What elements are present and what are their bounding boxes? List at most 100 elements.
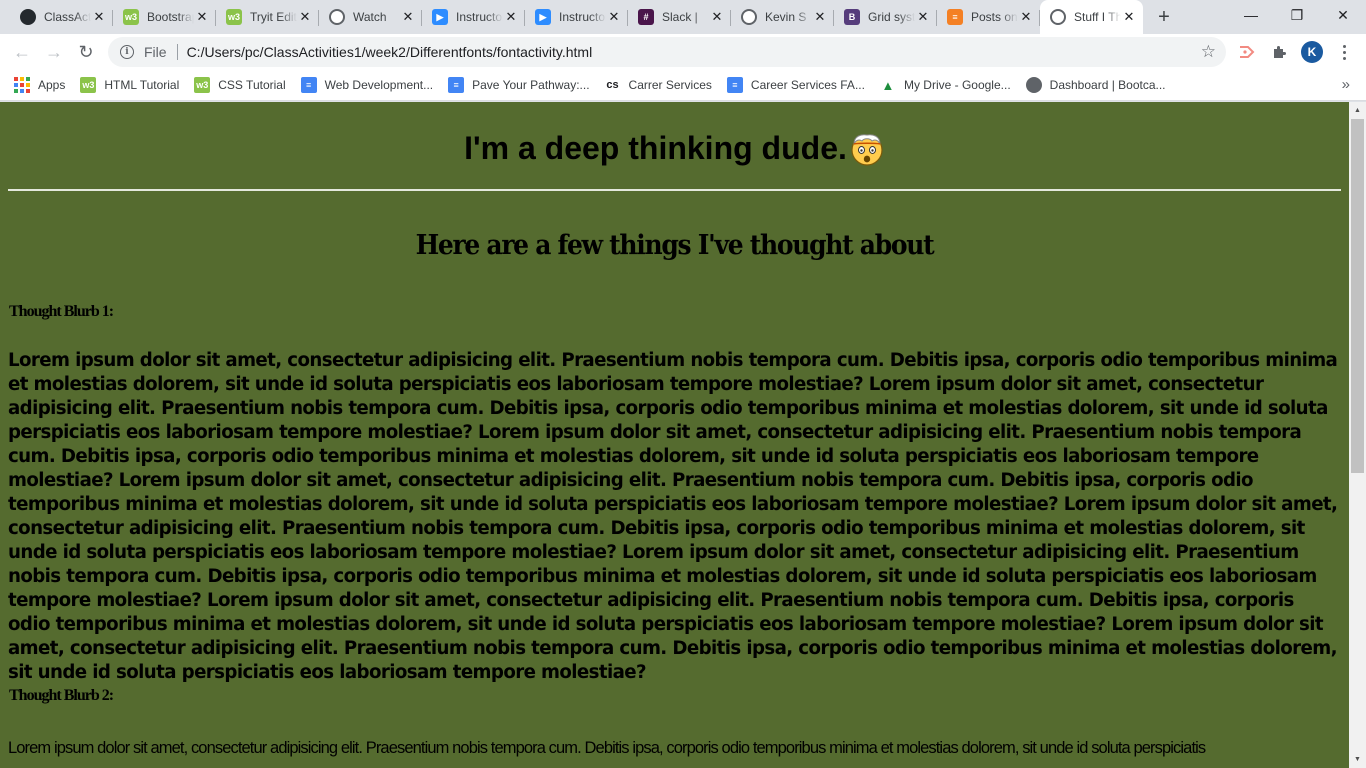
- github-icon: [20, 9, 36, 25]
- bookmark-item[interactable]: w3 HTML Tutorial: [80, 77, 179, 93]
- bookmark-label: CSS Tutorial: [218, 78, 286, 92]
- reload-button[interactable]: ↻: [72, 38, 100, 66]
- globe-icon: [741, 9, 757, 25]
- tab-title: Stuff I Think: [1074, 10, 1121, 24]
- scroll-down-arrow-icon[interactable]: ▼: [1349, 751, 1366, 768]
- tab-title: Grid system: [868, 10, 915, 24]
- bookmark-star-icon[interactable]: ☆: [1201, 42, 1216, 62]
- zoom-icon: ▶: [432, 9, 448, 25]
- bookmark-item[interactable]: ≡ Career Services FA...: [726, 77, 865, 93]
- close-tab-icon[interactable]: ✕: [1121, 9, 1137, 25]
- close-tab-icon[interactable]: ✕: [915, 9, 931, 25]
- tab-title: Instructor: [559, 10, 606, 24]
- bootstrap-icon: B: [844, 9, 860, 25]
- globe-icon: [329, 9, 345, 25]
- back-button[interactable]: ←: [8, 38, 36, 66]
- restore-button[interactable]: ❐: [1274, 0, 1320, 30]
- tab-title: Instructor: [456, 10, 503, 24]
- docs-icon: ≡: [726, 77, 743, 93]
- new-tab-button[interactable]: +: [1152, 6, 1176, 30]
- globe-icon: [1050, 9, 1066, 25]
- reload-icon: ↻: [78, 41, 94, 62]
- bookmark-label: Carrer Services: [628, 78, 712, 92]
- bookmark-item[interactable]: ▲ My Drive - Google...: [880, 77, 1011, 93]
- browser-tab[interactable]: w3 Bootstrap ✕: [113, 2, 216, 32]
- tab-strip: ClassActivities✕w3Bootstrap✕w3Tryit Edit…: [0, 0, 1366, 34]
- heading-divider: [8, 189, 1341, 191]
- cs-icon: cs: [604, 77, 621, 93]
- bookmark-item[interactable]: Dashboard | Bootca...: [1025, 77, 1166, 93]
- bookmark-list: Apps w3 HTML Tutorial w3 CSS Tutorial ≡ Web De…: [14, 77, 1181, 93]
- page-viewport: I'm a deep thinking dude. Here are a few…: [0, 102, 1349, 768]
- bookmark-item[interactable]: ≡ Web Development...: [300, 77, 434, 93]
- tab-title: Watch: [353, 10, 387, 24]
- url-text[interactable]: C:/Users/pc/ClassActivities1/week2/Diffe…: [187, 44, 593, 60]
- globe-icon: [1025, 77, 1042, 93]
- zoom-icon: ▶: [535, 9, 551, 25]
- close-window-button[interactable]: ✕: [1320, 0, 1366, 30]
- cast-extension-icon[interactable]: [1237, 42, 1257, 62]
- close-tab-icon[interactable]: ✕: [194, 9, 210, 25]
- w3schools-icon: w3: [226, 9, 242, 25]
- close-tab-icon[interactable]: ✕: [606, 9, 622, 25]
- browser-tab[interactable]: Kevin S ✕: [731, 2, 834, 32]
- browser-menu-icon[interactable]: [1336, 41, 1352, 63]
- bookmark-label: Career Services FA...: [750, 78, 865, 92]
- page-subheading: Here are a few things I've thought about: [415, 228, 935, 261]
- browser-tab[interactable]: Stuff I Think✕: [1040, 0, 1143, 34]
- vertical-scrollbar[interactable]: ▲ ▼: [1349, 102, 1366, 768]
- browser-tab[interactable]: ClassActivities✕: [10, 2, 113, 32]
- browser-toolbar: ← → ↻ i File C:/Users/pc/ClassActivities…: [0, 34, 1366, 70]
- slack-icon: #: [638, 9, 654, 25]
- bookmark-label: Pave Your Pathway:...: [472, 78, 590, 92]
- page-heading: I'm a deep thinking dude.: [0, 130, 1349, 167]
- scrollbar-thumb[interactable]: [1351, 119, 1364, 473]
- docs-icon: ≡: [300, 77, 317, 93]
- scroll-up-arrow-icon[interactable]: ▲: [1349, 102, 1366, 119]
- close-tab-icon[interactable]: ✕: [1018, 9, 1034, 25]
- address-divider: [176, 44, 178, 60]
- page-heading-text: I'm a deep thinking dude.: [464, 130, 847, 166]
- blurb-1-label: Thought Blurb 1:: [9, 303, 114, 320]
- close-tab-icon[interactable]: ✕: [297, 9, 313, 25]
- extensions-puzzle-icon[interactable]: [1269, 42, 1289, 62]
- bookmark-item[interactable]: w3 CSS Tutorial: [194, 77, 286, 93]
- close-tab-icon[interactable]: ✕: [709, 9, 725, 25]
- info-icon[interactable]: i: [120, 45, 134, 59]
- docs-icon: ≡: [448, 77, 465, 93]
- browser-tab[interactable]: ▶ Instructor ✕: [422, 2, 525, 32]
- browser-tab[interactable]: Watch ✕: [319, 2, 422, 32]
- google-drive-icon: ▲: [881, 77, 895, 93]
- browser-tab[interactable]: ≡ Posts on ✕: [937, 2, 1040, 32]
- close-tab-icon[interactable]: ✕: [812, 9, 828, 25]
- bookmark-label: Apps: [38, 78, 66, 92]
- minimize-button[interactable]: —: [1228, 0, 1274, 30]
- browser-tab[interactable]: w3 Tryit Editor✕: [216, 2, 319, 32]
- close-tab-icon[interactable]: ✕: [91, 9, 107, 25]
- tab-title: Kevin S: [765, 10, 807, 24]
- tab-title: Tryit Editor: [250, 10, 297, 24]
- blurb-2-text: Lorem ipsum dolor sit amet, consectetur …: [8, 739, 1206, 757]
- chevron-right-icon[interactable]: »: [1342, 76, 1350, 93]
- bookmark-item[interactable]: cs Carrer Services: [604, 77, 712, 93]
- tab-title: ClassActivities: [44, 10, 91, 24]
- w3schools-icon: w3: [80, 77, 97, 93]
- w3schools-icon: w3: [194, 77, 211, 93]
- stackoverflow-icon: ≡: [947, 9, 963, 25]
- browser-tab[interactable]: # Slack | ✕: [628, 2, 731, 32]
- browser-tab[interactable]: ▶ Instructor ✕: [525, 2, 628, 32]
- close-tab-icon[interactable]: ✕: [503, 9, 519, 25]
- browser-tab[interactable]: B Grid system✕: [834, 2, 937, 32]
- bookmark-item[interactable]: ≡ Pave Your Pathway:...: [448, 77, 590, 93]
- bookmark-label: Web Development...: [324, 78, 434, 92]
- profile-avatar[interactable]: K: [1301, 41, 1323, 63]
- bookmark-label: HTML Tutorial: [104, 78, 180, 92]
- address-bar[interactable]: i File C:/Users/pc/ClassActivities1/week…: [108, 37, 1226, 67]
- bookmark-item[interactable]: Apps: [14, 77, 65, 93]
- arrow-left-icon: ←: [13, 41, 31, 62]
- arrow-right-icon: →: [45, 41, 63, 62]
- forward-button[interactable]: →: [40, 38, 68, 66]
- scheme-label: File: [144, 44, 167, 60]
- bookmarks-bar: Apps w3 HTML Tutorial w3 CSS Tutorial ≡ Web De…: [0, 70, 1366, 101]
- close-tab-icon[interactable]: ✕: [400, 9, 416, 25]
